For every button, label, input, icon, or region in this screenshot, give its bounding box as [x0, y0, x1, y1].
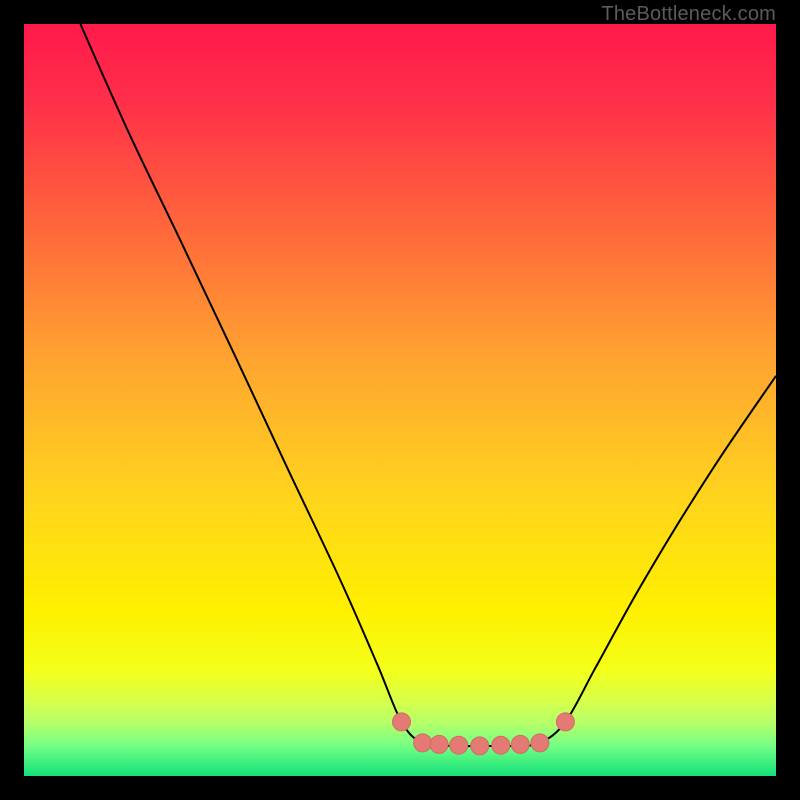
curve-line [80, 24, 776, 746]
bottleneck-curve [24, 24, 776, 776]
curve-marker [393, 713, 411, 731]
curve-marker [531, 734, 549, 752]
curve-marker [450, 736, 468, 754]
curve-marker [430, 735, 448, 753]
curve-marker [492, 736, 510, 754]
flat-min-markers [393, 713, 575, 755]
curve-marker [511, 735, 529, 753]
curve-marker [471, 737, 489, 755]
watermark-text: TheBottleneck.com [601, 3, 776, 26]
chart-stage: TheBottleneck.com [0, 0, 800, 800]
plot-area [24, 24, 776, 776]
curve-marker [414, 734, 432, 752]
curve-marker [556, 713, 574, 731]
